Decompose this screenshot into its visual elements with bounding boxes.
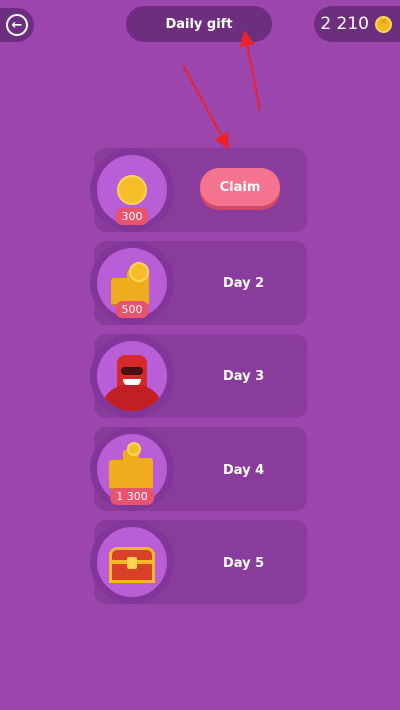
back-button[interactable]: ← [0,8,34,42]
reward-icon-frame [90,334,174,418]
back-arrow-icon: ← [6,14,28,36]
coin-balance: 2 210 [314,6,400,42]
character-icon [97,341,167,411]
reward-amount-badge: 300 [115,208,149,225]
day-label: Day 5 [223,556,265,571]
annotation-arrow [182,64,229,150]
reward-icon-frame [90,520,174,604]
day-label: Day 3 [223,369,265,384]
balance-value: 2 210 [320,14,369,34]
day-label: Day 2 [223,276,265,291]
annotation-arrow [239,30,261,111]
page-title: Daily gift [126,6,272,42]
day-label: Day 4 [223,463,265,478]
treasure-chest-icon [97,527,167,597]
coin-icon [375,15,392,33]
claim-button[interactable]: Claim [200,168,280,206]
reward-amount-badge: 500 [115,301,149,318]
reward-amount-badge: 1 300 [110,488,154,505]
